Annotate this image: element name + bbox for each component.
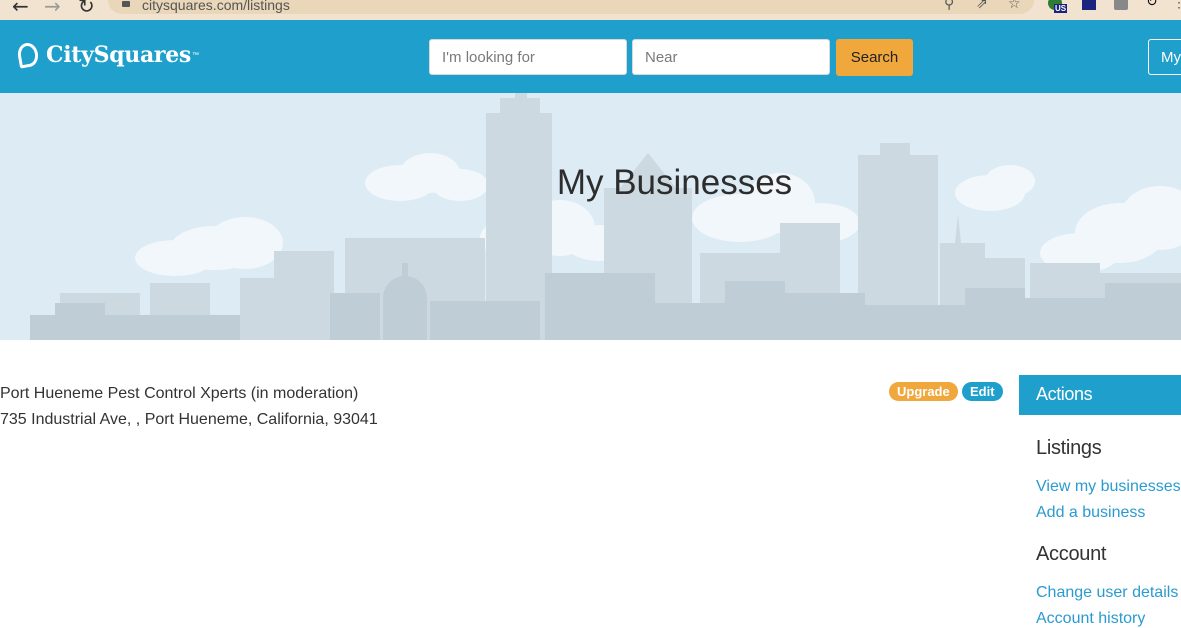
address-bar[interactable]: citysquares.com/listings ⚲ ⇗ ☆	[108, 0, 1034, 14]
listing-name: Port Hueneme Pest Control Xperts (in mod…	[0, 385, 359, 402]
my-account-button[interactable]: My	[1148, 39, 1181, 75]
bookmark-star-icon[interactable]: ☆	[1008, 0, 1021, 12]
search-button[interactable]: Search	[836, 39, 913, 76]
listing-address: 735 Industrial Ave, , Port Hueneme, Cali…	[0, 411, 378, 428]
location-pin-icon	[16, 41, 40, 69]
forward-arrow-icon[interactable]: →	[44, 0, 61, 18]
site-header: CitySquares ™ Search My	[0, 20, 1181, 93]
url-text[interactable]: citysquares.com/listings	[142, 0, 290, 13]
browser-toolbar: ← → ↻ citysquares.com/listings ⚲ ⇗ ☆ US …	[0, 0, 1181, 20]
view-my-businesses-link[interactable]: View my businesses	[1036, 478, 1181, 496]
account-history-link[interactable]: Account history	[1036, 610, 1145, 628]
vpn-extension-icon[interactable]: US	[1048, 0, 1068, 13]
lock-icon	[122, 1, 130, 7]
city-skyline-illustration	[30, 93, 1181, 340]
camera-extension-icon[interactable]	[1114, 0, 1128, 10]
extension-badge: US	[1054, 4, 1068, 13]
add-business-link[interactable]: Add a business	[1036, 504, 1145, 522]
search-what-input[interactable]	[429, 39, 627, 75]
logo-trademark: ™	[192, 51, 200, 59]
extension-icon[interactable]	[1082, 0, 1096, 10]
reload-icon[interactable]: ↻	[78, 0, 95, 18]
more-icon[interactable]: ⋮	[1172, 0, 1181, 10]
actions-header: Actions	[1019, 375, 1181, 415]
hero-banner: My Businesses	[0, 93, 1181, 340]
change-user-details-link[interactable]: Change user details	[1036, 584, 1178, 602]
logo-text: CitySquares	[46, 42, 192, 68]
share-icon[interactable]: ⇗	[976, 0, 988, 12]
account-heading: Account	[1036, 543, 1107, 565]
sync-icon[interactable]: ↻	[1146, 0, 1160, 10]
page-title: My Businesses	[556, 163, 793, 202]
citysquares-logo[interactable]: CitySquares ™	[16, 41, 200, 69]
search-near-input[interactable]	[632, 39, 830, 75]
zoom-icon[interactable]: ⚲	[944, 0, 954, 12]
edit-button[interactable]: Edit	[962, 382, 1003, 401]
upgrade-button[interactable]: Upgrade	[889, 382, 958, 401]
listings-heading: Listings	[1036, 437, 1102, 459]
back-arrow-icon[interactable]: ←	[12, 0, 29, 18]
